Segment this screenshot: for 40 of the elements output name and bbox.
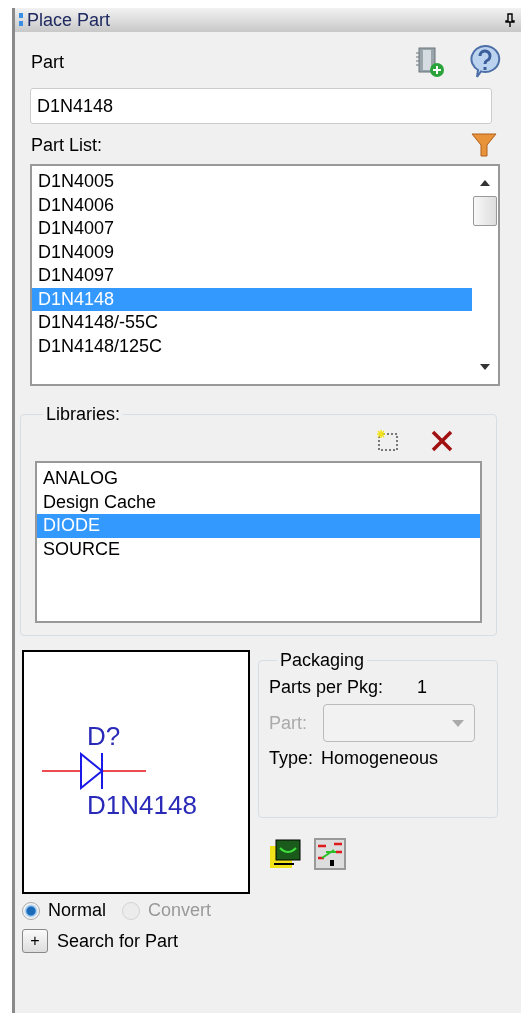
libraries-label: Libraries: — [45, 404, 122, 425]
part-value-text: D1N4148 — [87, 790, 198, 820]
parts-per-pkg-label: Parts per Pkg: — [269, 677, 384, 698]
filter-icon[interactable] — [471, 132, 497, 158]
delete-icon[interactable] — [430, 429, 454, 453]
grip-icon — [19, 13, 23, 27]
parts-per-pkg-value: 1 — [417, 677, 428, 698]
pin-icon[interactable] — [505, 13, 515, 27]
expand-button[interactable]: + — [22, 929, 48, 953]
new-library-icon[interactable] — [376, 429, 400, 453]
part-list-item[interactable]: D1N4148/-55C — [32, 311, 472, 335]
view-radio[interactable]: Normal — [22, 900, 106, 921]
scroll-down-icon[interactable] — [480, 364, 490, 370]
scroll-thumb[interactable] — [473, 196, 497, 226]
part-list-label: Part List: — [31, 134, 104, 156]
diode-symbol-icon — [42, 752, 146, 790]
part-list-item[interactable]: D1N4009 — [32, 240, 472, 264]
pspice-model-icon[interactable] — [314, 838, 346, 870]
library-item[interactable]: SOURCE — [37, 537, 480, 561]
part-list-item[interactable]: D1N4148/125C — [32, 334, 472, 358]
add-part-icon[interactable] — [415, 46, 445, 78]
library-item[interactable]: ANALOG — [37, 467, 480, 491]
packaging-label: Packaging — [279, 650, 366, 671]
scroll-up-icon[interactable] — [480, 180, 490, 186]
footprint-viewer-icon[interactable] — [270, 838, 302, 870]
part-select-label: Part: — [269, 712, 307, 734]
search-for-part-label: Search for Part — [57, 930, 179, 952]
reference-designator: D? — [87, 722, 122, 750]
type-value: Homogeneous — [321, 748, 439, 769]
library-item[interactable]: Design Cache — [37, 490, 480, 514]
part-list-item[interactable]: D1N4007 — [32, 217, 472, 241]
help-icon[interactable] — [469, 44, 501, 80]
panel-title: Place Part — [27, 9, 112, 31]
radio-circle[interactable] — [22, 901, 40, 920]
part-input-field[interactable]: D1N4148 — [30, 88, 492, 124]
part-list-item[interactable]: D1N4097 — [32, 264, 472, 288]
part-list-item[interactable]: D1N4005 — [32, 170, 472, 194]
part-label: Part — [31, 51, 65, 73]
type-label: Type: — [269, 748, 314, 769]
part-list-item[interactable]: D1N4006 — [32, 193, 472, 217]
